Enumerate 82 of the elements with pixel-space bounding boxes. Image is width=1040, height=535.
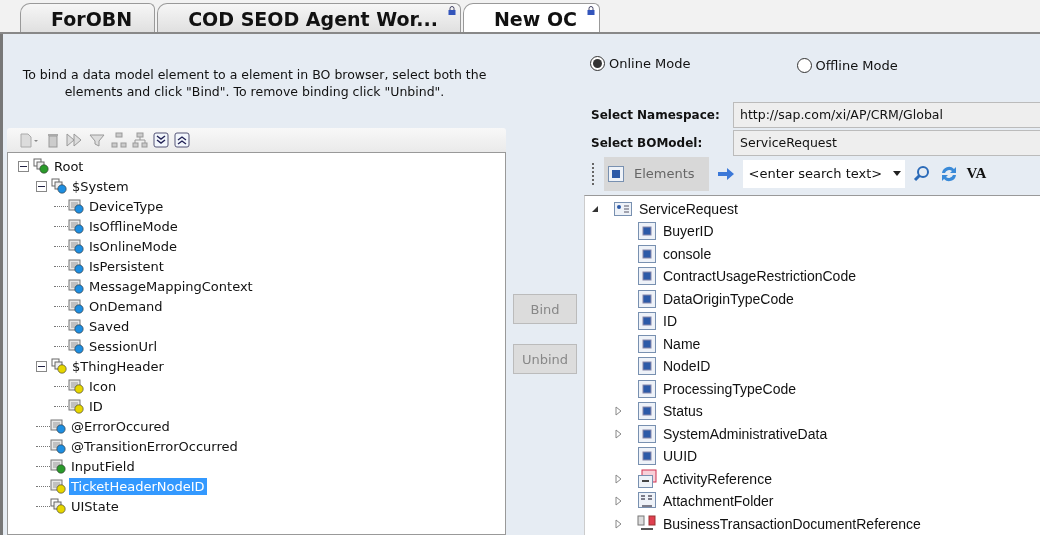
instruction-text: To bind a data model element to a element in BO browser, select both the elements and click "Bind". To remove binding click "Unbind". [21, 66, 488, 101]
tree-node[interactable]: Root [52, 157, 86, 175]
expand-all-icon[interactable] [153, 132, 169, 148]
bo-tree-node[interactable]: Status [663, 403, 703, 420]
tree-node[interactable]: @ErrorOccured [69, 417, 172, 435]
tree-structure-icon[interactable] [132, 132, 148, 148]
tree-node[interactable]: $ThingHeader [70, 357, 166, 375]
tree-node[interactable]: DeviceType [87, 197, 166, 215]
tree-node[interactable]: MessageMappingContext [87, 277, 255, 295]
bo-tree-node[interactable]: SystemAdministrativeData [663, 425, 828, 442]
fast-forward-icon[interactable] [65, 132, 83, 148]
bo-tree-node[interactable]: console [663, 245, 712, 262]
expand-arrow-icon[interactable] [615, 473, 623, 484]
va-button[interactable]: VA [966, 165, 987, 182]
collapse-all-icon[interactable] [174, 132, 190, 148]
bo-tree-node[interactable]: BuyerID [663, 223, 714, 240]
namespace-field[interactable]: http://sap.com/xi/AP/CRM/Global [733, 101, 1040, 128]
bo-model-field[interactable]: ServiceRequest [733, 129, 1040, 156]
bo-tree-node[interactable]: Name [663, 335, 701, 352]
collapse-toggle-icon[interactable] [36, 180, 47, 192]
mode-radio[interactable]: Online Mode [590, 56, 691, 71]
node-group-icon [33, 158, 49, 174]
trash-icon[interactable] [46, 132, 60, 148]
collapse-toggle-icon[interactable] [36, 360, 47, 372]
collapse-arrow-icon[interactable] [591, 204, 599, 213]
dropdown-caret-icon[interactable] [892, 170, 901, 177]
element-icon [637, 446, 657, 467]
element-icon [637, 378, 657, 399]
tree-node[interactable]: @TransitionErrorOccurred [69, 437, 240, 455]
document-tab[interactable]: New OC [462, 3, 600, 32]
element-icon [637, 288, 657, 309]
bo-tree-node[interactable]: UUID [663, 448, 698, 465]
element-icon [637, 401, 657, 422]
bo-tree-node[interactable]: ContractUsageRestrictionCode [663, 268, 856, 285]
node-group-icon [51, 178, 67, 194]
expand-arrow-icon[interactable] [615, 518, 623, 529]
mode-radio[interactable]: Offline Mode [796, 58, 898, 73]
bo-model-label: Select BOModel: [590, 135, 704, 150]
bo-tree-node[interactable]: ID [663, 313, 677, 330]
arrow-right-icon[interactable] [716, 166, 735, 181]
element-icon [637, 221, 657, 242]
tree-node[interactable]: SessionUrl [87, 337, 160, 355]
bo-tree-node[interactable]: NodeID [663, 358, 711, 375]
element-icon [637, 356, 657, 377]
bo-tree-node[interactable]: BusinessTransactionDocumentReference [663, 515, 921, 532]
element-icon [637, 423, 657, 444]
element-icon [637, 333, 657, 354]
bo-tree-node[interactable]: AttachmentFolder [663, 493, 774, 510]
tree-node[interactable]: ID [87, 397, 105, 415]
bo-tree-node[interactable]: ServiceRequest [639, 200, 738, 217]
bo-tree-node[interactable]: ProcessingTypeCode [663, 380, 797, 397]
tree-node[interactable]: IsOfflineMode [87, 217, 180, 235]
hierarchy-icon[interactable] [111, 132, 127, 148]
document-tab[interactable]: ForOBN [20, 3, 156, 32]
filter-icon[interactable] [88, 132, 106, 148]
tree-node[interactable]: IsPersistent [87, 257, 166, 275]
search-field[interactable]: <enter search text> [742, 159, 905, 188]
tree-node[interactable]: Icon [87, 377, 119, 395]
element-icon [637, 243, 657, 264]
tree-node[interactable]: Saved [87, 317, 132, 335]
association-icon [637, 468, 657, 489]
namespace-label: Select Namespace: [590, 107, 721, 122]
expand-arrow-icon[interactable] [615, 428, 623, 439]
node-group-icon [51, 358, 67, 374]
document-tab[interactable]: COD SEOD Agent Wor... [157, 3, 461, 32]
search-icon[interactable] [912, 164, 931, 183]
node-group-icon [50, 498, 66, 514]
tree-node[interactable]: InputField [69, 457, 137, 475]
tree-node[interactable]: UIState [69, 497, 121, 515]
elements-button[interactable]: Elements [604, 156, 709, 191]
collapse-toggle-icon[interactable] [18, 160, 29, 172]
tree-node[interactable]: IsOnlineMode [87, 237, 179, 255]
element-icon [637, 266, 657, 287]
expand-arrow-icon[interactable] [615, 496, 623, 507]
tree-node[interactable]: $System [70, 177, 131, 195]
bo-tree-node[interactable]: ActivityReference [663, 470, 772, 487]
element-icon [637, 311, 657, 332]
element-icon [608, 165, 624, 182]
new-icon[interactable] [19, 132, 41, 148]
bo-tree-node[interactable]: DataOriginTypeCode [663, 290, 794, 307]
expand-arrow-icon[interactable] [615, 406, 623, 417]
tree-node[interactable]: OnDemand [87, 297, 165, 315]
